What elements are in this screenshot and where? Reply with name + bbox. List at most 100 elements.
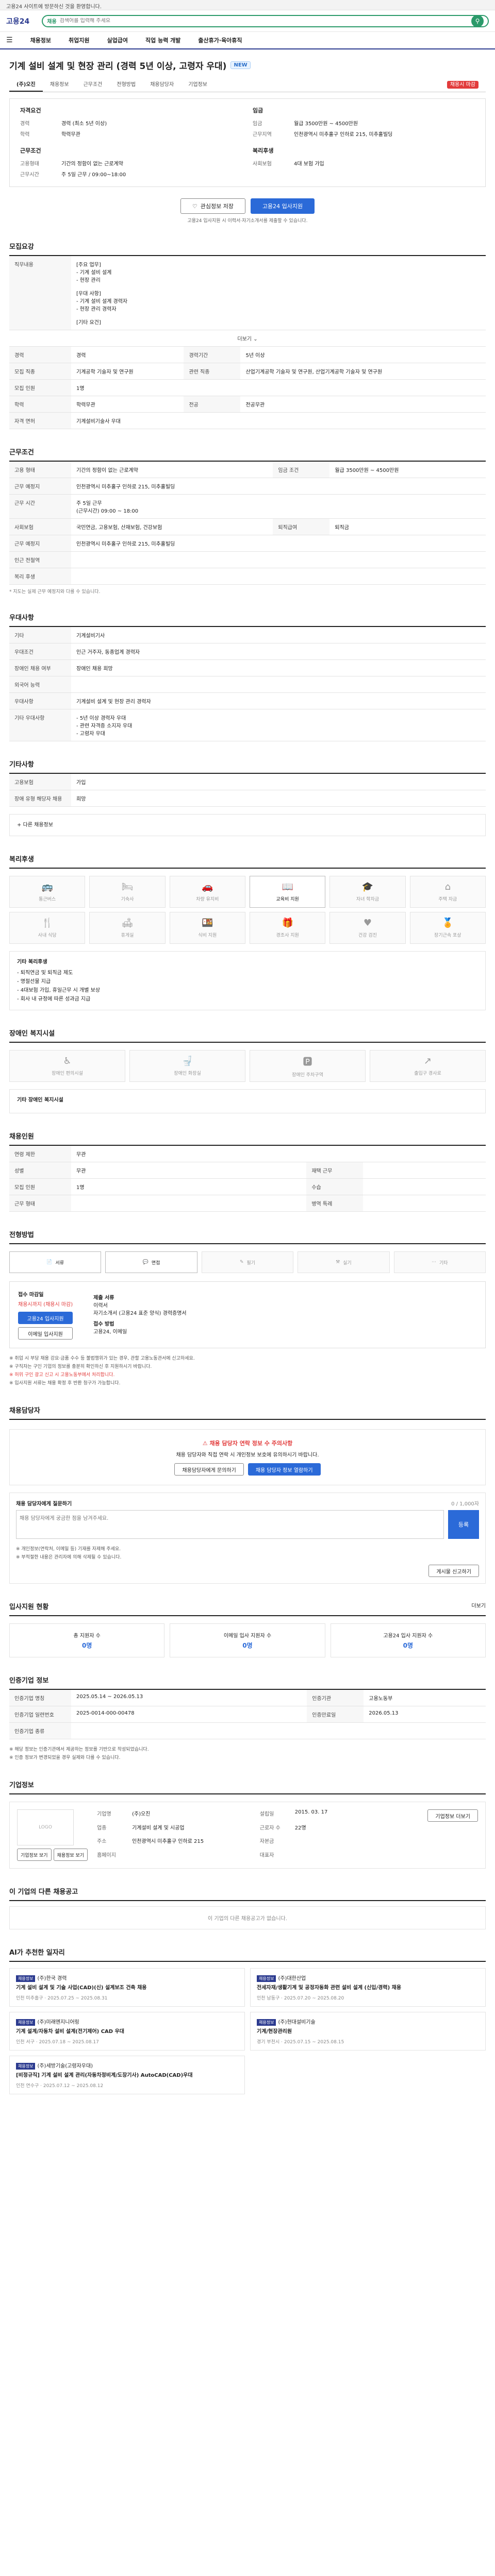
company-info-button[interactable]: 기업정보 보기 [17,1849,52,1861]
rec-title: 전세자재/생활기계 및 공정자동화 관련 설비 설계 (신입/경력) 채용 [257,1985,402,1991]
work-note: * 지도는 실제 근무 예정지와 다를 수 있습니다. [9,589,101,595]
deadline-badge: 채용시 마감 [447,81,478,89]
table-value [363,1162,486,1179]
report-button[interactable]: 게시물 신고하기 [428,1565,479,1577]
section-work-title: 근무조건 [9,447,486,462]
recommend-card[interactable]: 채용정보 (주)세방기술(고령자우대) [비정규직] 기계 설비 설계 관리(자동차… [9,2056,245,2094]
welfare-note-line: - 퇴직연금 및 퇴직금 제도 [17,970,73,976]
more-icon: ⋯ [432,1260,436,1265]
detail-more-label: 다른 채용정보 [23,822,53,828]
section-info-title: 인증기업 정보 [9,1675,486,1690]
table-key: 고용 형태 [9,462,71,478]
disabled-label: 장애인 편의시설 [52,1071,83,1076]
info-note: ※ 해당 정보는 인증기관에서 제공하는 정보를 기반으로 작성되었습니다. [9,1747,149,1752]
inquire-button[interactable]: 채용담당자에게 문의하기 [174,1463,244,1476]
rec-meta: 인천 연수구 · 2025.07.12 ~ 2025.08.12 [16,2083,104,2089]
table-row: 우대사항 기계설비 설계 및 현장 관리 경력자 [9,692,486,709]
summary-row: 근무지역 인천광역시 미추홀구 인하로 215, 미추홀빌딩 [253,128,475,139]
table-value: 기계설비기사 [71,627,486,643]
table-row: 직무내용 [주요 업무] - 기계 설비 설계 - 현장 관리 [우대 사항] … [9,256,486,330]
tab-company[interactable]: 기업정보 [181,77,214,92]
method-note: ※ 취업 시 부당 채용 강요·금품 수수 등 불법행위가 있는 경우, 관할 … [9,1356,195,1361]
apply-button[interactable]: 고용24 입사지원 [250,198,315,214]
recommend-card[interactable]: 채용정보 (주)한국 경력 기계 설비 설계 및 기술 사업(CAD)(신) 설계보… [9,1968,245,2007]
search-icon[interactable]: ⚲ [471,14,484,27]
company-jobs-button[interactable]: 채용정보 보기 [53,1849,88,1861]
header: 고용24 채용 ⚲ [0,10,495,32]
deadline-wrap: 채용시 마감 [440,77,486,92]
company-more-button[interactable]: 기업정보 더보기 [427,1809,478,1822]
welfare-label: 주택 자금 [438,897,457,902]
tab-work[interactable]: 근무조건 [76,77,110,92]
company-logo: LOGO [17,1809,74,1845]
summary-key: 근무시간 [20,172,39,178]
section-worker-title: 채용인원 [9,1131,486,1146]
summary-head: 근무조건 [20,147,41,154]
manager-warn-text: 채용 담당자 연락 정보 수 주의사항 [209,1440,293,1447]
inquiry-submit-button[interactable]: 등록 [448,1510,479,1539]
nav-item-leave[interactable]: 출산휴가·육아휴직 [198,36,242,44]
nav-item-recruit[interactable]: 채용정보 [30,36,51,44]
summary-row: 근무시간 주 5일 근무 / 09:00~18:00 [20,168,242,179]
table-row: 고용보험 가입 [9,774,486,790]
recruit-more-button[interactable]: 더보기 ⌄ [9,330,486,347]
rec-meta: 인천 미추홀구 · 2025.07.25 ~ 2025.08.31 [16,1996,108,2001]
stats-more-link[interactable]: 더보기 [471,1601,486,1609]
nav-item-support[interactable]: 취업지원 [69,36,89,44]
scrap-button[interactable]: ♡ 관심정보 저장 [180,198,245,214]
table-row: 외국어 능력 [9,676,486,693]
detail-more-box[interactable]: + 다른 채용정보 [9,814,486,836]
inquiry-textarea[interactable] [16,1510,444,1539]
table-key: 임금 조건 [273,462,330,478]
chevron-down-icon: ⌄ [253,336,258,342]
site-logo[interactable]: 고용24 [6,16,29,26]
table-value: 1명 [71,1178,307,1195]
table-key: 우대사항 [9,692,71,709]
search-input[interactable] [59,18,468,24]
rec-org: (주)대한산업 [278,1976,306,1981]
table-value [71,1195,307,1212]
email-apply-button[interactable]: 이메일 입사지원 [18,1327,73,1340]
stats-row: 총 지원자 수 0명 이메일 입사 지원자 수 0명 고용24 입사 지원자 수 0명 [9,1623,486,1657]
tool-icon: ⚒ [336,1260,340,1265]
summary-key: 사회보험 [253,161,272,167]
company-value [295,1851,419,1861]
welfare-item: 🍱 식비 지원 [169,912,245,944]
recommend-card[interactable]: 채용정보 (주)미래엔지니어링 기계 설계/자동차 설비 설계(전기제어) CAD … [9,2012,245,2050]
table-row: 성별 무관 재택 근무 [9,1162,486,1179]
welfare-item: 🏅 장기근속 포상 [409,912,486,944]
recommend-card[interactable]: 채용정보 (주)현대설비기술 기계/현장관리원 경기 부천시 · 2025.07.15… [250,2012,486,2050]
search-category[interactable]: 채용 [47,17,56,25]
table-key: 인증기업 명칭 [9,1690,71,1706]
table-key: 자격 면허 [9,412,71,429]
sofa-icon: 🛋 [121,918,134,928]
welfare-item: 🛏 기숙사 [89,876,166,908]
rec-org: (주)미래엔지니어링 [37,2020,79,2025]
apply-button-2[interactable]: 고용24 입사지원 [18,1312,73,1324]
report-wrap: 게시물 신고하기 [16,1565,479,1577]
posting-title-row: 기계 설비 설계 및 현장 관리 (경력 5년 이상, 고령자 우대) NEW [9,59,486,72]
recommend-card[interactable]: 채용정보 (주)대한산업 전세자재/생활기계 및 공정자동화 관련 설비 설계 (신… [250,1968,486,2007]
rec-meta: 경기 부천시 · 2025.07.15 ~ 2025.08.15 [257,2040,344,2045]
graduation-icon: 🎓 [361,882,374,892]
company-more-wrap: 기업정보 더보기 [427,1809,478,1861]
view-manager-button[interactable]: 채용 담당자 정보 열람하기 [248,1463,321,1476]
table-key: 인증기관 [307,1690,364,1706]
tab-manager[interactable]: 채용담당자 [143,77,181,92]
nav-item-unemployment[interactable]: 실업급여 [107,36,128,44]
nav-item-training[interactable]: 직업 능력 개발 [145,36,180,44]
rec-meta: 인천 서구 · 2025.07.18 ~ 2025.08.17 [16,2040,99,2045]
summary-key: 근무지역 [253,132,272,138]
method-note: ※ 허위 구인 광고 신고 시 고용노동부에서 처리합니다. [9,1372,115,1378]
summary-left: 자격요건 경력 경력 (최소 5년 이상) 학력 학력무관 근무조건 고용형태 기간의… [20,106,242,179]
tab-recruit[interactable]: 채용정보 [43,77,76,92]
manager-buttons: 채용담당자에게 문의하기 채용 담당자 정보 열람하기 [19,1463,476,1476]
tab-method[interactable]: 전형방법 [109,77,143,92]
welfare-note-title: 기타 복리후생 [17,959,47,965]
stat-label: 고용24 입사 지원자 수 [383,1633,433,1639]
menu-icon[interactable]: ☰ [6,36,13,44]
section-company-title: 기업정보 [9,1780,486,1794]
method-label: 실기 [343,1260,352,1266]
table-row: 근무 예정지 인천광역시 미추홀구 인하로 215, 미추홀빌딩 [9,478,486,495]
inquiry-title: 채용 담당자에게 질문하기 [16,1501,72,1507]
